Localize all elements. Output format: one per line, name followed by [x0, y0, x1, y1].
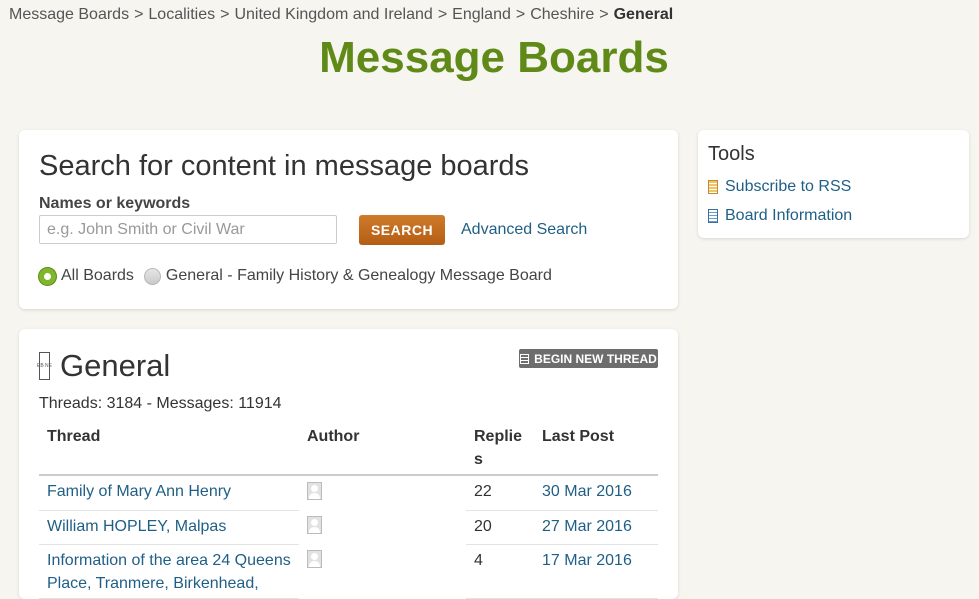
scope-general-board[interactable]: General - Family History & Genealogy Mes…: [143, 267, 552, 285]
breadcrumb-uk-ireland[interactable]: United Kingdom and Ireland: [234, 6, 432, 23]
new-thread-label: BEGIN NEW THREAD: [534, 351, 657, 366]
board-name: General: [60, 348, 171, 383]
column-header-author: Author: [307, 428, 360, 445]
board-title: EB NE General: [37, 348, 171, 384]
thread-link[interactable]: William HOPLEY, Malpas: [47, 518, 226, 535]
keywords-label: Names or keywords: [39, 195, 191, 212]
table-row: Family of Mary Ann Henry 22 30 Mar 2016: [39, 475, 658, 511]
tool-link-label: Board Information: [725, 207, 853, 224]
breadcrumb-england[interactable]: England: [452, 6, 511, 23]
page-title: Message Boards: [319, 33, 669, 82]
breadcrumb-separator: >: [220, 6, 230, 23]
tools-panel: Tools Subscribe to RSS Board Information: [698, 130, 969, 238]
column-header-last-post: Last Post: [542, 428, 615, 445]
scope-label: General - Family History & Genealogy Mes…: [165, 267, 552, 284]
breadcrumb-separator: >: [515, 6, 526, 23]
search-scope-group: All Boards General - Family History & Ge…: [39, 267, 562, 285]
search-heading: Search for content in message boards: [39, 150, 530, 182]
begin-new-thread-button[interactable]: BEGIN NEW THREAD: [519, 349, 658, 368]
search-panel: Search for content in message boards Nam…: [19, 130, 678, 309]
last-post-link[interactable]: 27 Mar 2016: [542, 518, 632, 535]
tools-heading: Tools: [708, 143, 755, 165]
breadcrumb-message-boards[interactable]: Message Boards: [9, 6, 129, 23]
thread-replies: 4: [466, 544, 534, 599]
avatar-icon[interactable]: [307, 482, 322, 500]
advanced-search-link[interactable]: Advanced Search: [461, 221, 587, 239]
avatar-icon[interactable]: [307, 550, 322, 568]
thread-link[interactable]: Family of Mary Ann Henry: [47, 483, 231, 500]
last-post-link[interactable]: 17 Mar 2016: [542, 552, 632, 569]
board-panel: EB NE General BEGIN NEW THREAD Threads: …: [19, 329, 678, 599]
radio-selected-icon[interactable]: [39, 267, 56, 285]
new-thread-icon: [520, 353, 530, 364]
breadcrumb-cheshire[interactable]: Cheshire: [530, 6, 594, 23]
column-header-replies: Replies: [474, 428, 523, 468]
thread-replies: 22: [466, 475, 534, 511]
board-stats: Threads: 3184 - Messages: 11914: [39, 395, 282, 412]
breadcrumb-separator: >: [437, 6, 448, 23]
board-information-link[interactable]: Board Information: [708, 207, 852, 225]
thread-replies: 20: [466, 510, 534, 545]
avatar-icon[interactable]: [307, 516, 322, 534]
search-input[interactable]: [39, 215, 337, 244]
search-button[interactable]: SEARCH: [359, 215, 445, 245]
last-post-link[interactable]: 30 Mar 2016: [542, 483, 632, 500]
breadcrumb-current: General: [613, 6, 674, 23]
table-header-row: Thread Author Replies Last Post: [39, 425, 658, 475]
table-row: Information of the area 24 Queens Place,…: [39, 544, 658, 599]
table-row: William HOPLEY, Malpas 20 27 Mar 2016: [39, 510, 658, 545]
tool-link-label: Subscribe to RSS: [725, 178, 852, 195]
subscribe-rss-link[interactable]: Subscribe to RSS: [708, 178, 851, 196]
scope-label: All Boards: [61, 267, 134, 284]
rss-icon: [708, 180, 718, 194]
thread-table: Thread Author Replies Last Post Family o…: [39, 425, 658, 599]
info-icon: [708, 209, 718, 223]
breadcrumb: Message Boards > Localities > United Kingdom…: [9, 6, 673, 24]
breadcrumb-localities[interactable]: Localities: [148, 6, 215, 23]
column-header-thread: Thread: [47, 428, 101, 445]
breadcrumb-separator: >: [134, 6, 144, 23]
board-icon: EB NE: [37, 352, 52, 380]
radio-unselected-icon[interactable]: [143, 267, 161, 285]
breadcrumb-separator: >: [599, 6, 609, 23]
scope-all-boards[interactable]: All Boards: [39, 267, 134, 285]
